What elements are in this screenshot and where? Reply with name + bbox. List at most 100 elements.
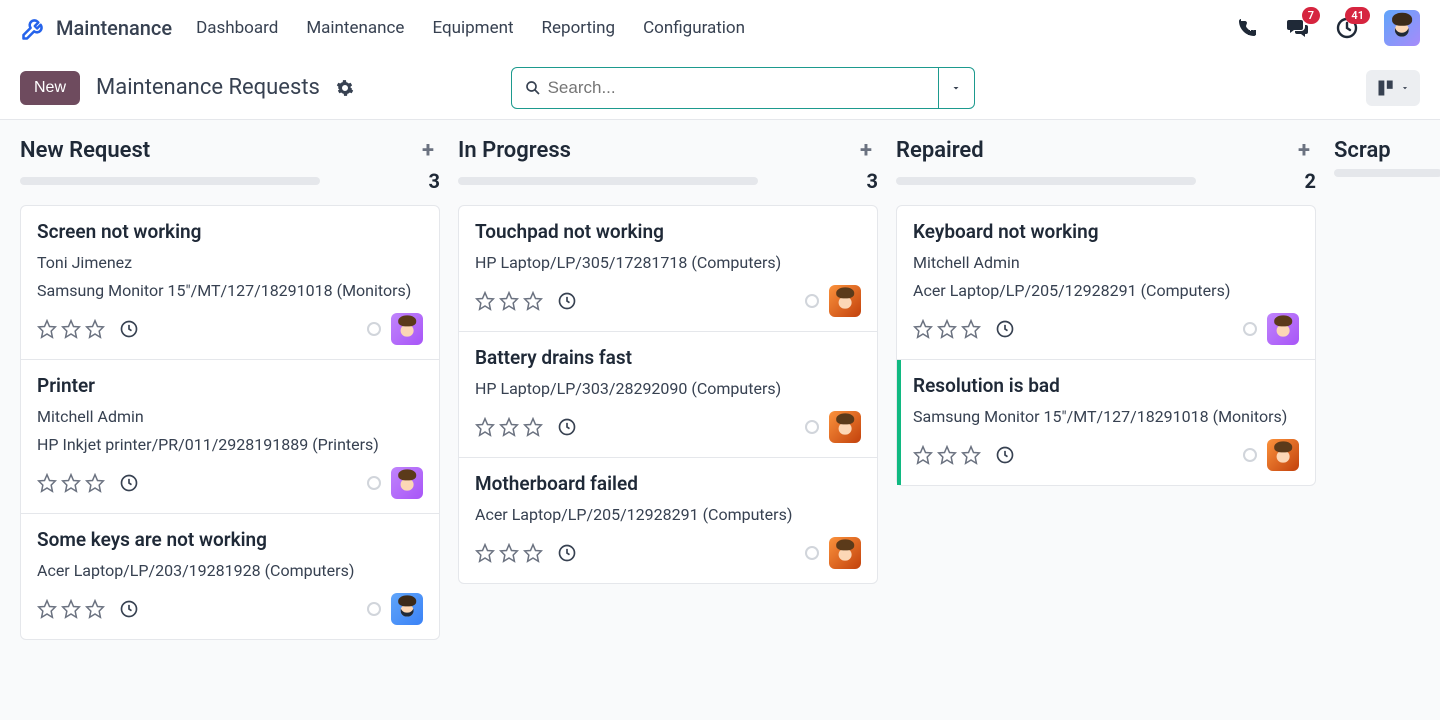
column-header: Repaired + [896,138,1316,163]
card-right [805,285,861,317]
assignee-avatar[interactable] [829,285,861,317]
activity-clock-icon[interactable] [119,473,139,493]
star-icon[interactable] [61,599,81,619]
column-title[interactable]: Repaired [896,138,984,163]
priority-stars[interactable] [913,319,981,339]
star-icon[interactable] [85,599,105,619]
priority-stars[interactable] [37,599,105,619]
priority-stars[interactable] [37,319,105,339]
kanban-state-toggle[interactable] [367,602,381,616]
star-icon[interactable] [475,291,495,311]
star-icon[interactable] [913,319,933,339]
search-dropdown[interactable] [938,68,974,108]
search-input[interactable] [548,78,938,98]
search-box [511,67,975,109]
star-icon[interactable] [913,445,933,465]
activity-clock-icon[interactable] [995,445,1015,465]
star-icon[interactable] [523,417,543,437]
kanban-card[interactable]: Touchpad not workingHP Laptop/LP/305/172… [459,206,877,332]
column-title[interactable]: New Request [20,138,150,163]
card-right [367,313,423,345]
kanban-card[interactable]: Battery drains fastHP Laptop/LP/303/2829… [459,332,877,458]
assignee-avatar[interactable] [1267,313,1299,345]
kanban-card[interactable]: Resolution is badSamsung Monitor 15"/MT/… [897,360,1315,485]
priority-stars[interactable] [913,445,981,465]
nav-item-maintenance[interactable]: Maintenance [306,18,404,38]
star-icon[interactable] [961,445,981,465]
priority-stars[interactable] [475,417,543,437]
column-count: 3 [867,169,878,193]
assignee-avatar[interactable] [1267,439,1299,471]
kanban-state-toggle[interactable] [367,322,381,336]
column-subheader [1334,169,1440,177]
nav-item-equipment[interactable]: Equipment [432,18,513,38]
assignee-avatar[interactable] [829,537,861,569]
card-equipment: Acer Laptop/LP/205/12928291 (Computers) [475,503,861,527]
star-icon[interactable] [499,291,519,311]
column-title[interactable]: Scrap [1334,138,1391,163]
kanban-state-toggle[interactable] [805,420,819,434]
activities-icon[interactable]: 41 [1334,15,1360,41]
brand[interactable]: Maintenance [20,14,172,42]
assignee-avatar[interactable] [391,467,423,499]
card-equipment: Samsung Monitor 15"/MT/127/18291018 (Mon… [37,279,423,303]
star-icon[interactable] [499,417,519,437]
priority-stars[interactable] [475,543,543,563]
nav-item-reporting[interactable]: Reporting [542,18,616,38]
star-icon[interactable] [523,291,543,311]
kanban-state-toggle[interactable] [805,294,819,308]
nav-menu: Dashboard Maintenance Equipment Reportin… [196,18,745,38]
star-icon[interactable] [475,543,495,563]
messages-icon[interactable]: 7 [1284,15,1310,41]
activity-clock-icon[interactable] [557,543,577,563]
kanban-view-icon [1376,78,1396,98]
column-title[interactable]: In Progress [458,138,571,163]
assignee-avatar[interactable] [391,313,423,345]
voip-icon[interactable] [1234,15,1260,41]
star-icon[interactable] [937,445,957,465]
column-cards: Touchpad not workingHP Laptop/LP/305/172… [458,205,878,584]
card-person: Mitchell Admin [37,405,423,429]
activity-clock-icon[interactable] [557,291,577,311]
kanban-state-toggle[interactable] [1243,448,1257,462]
star-icon[interactable] [37,319,57,339]
star-icon[interactable] [37,473,57,493]
nav-item-dashboard[interactable]: Dashboard [196,18,278,38]
priority-stars[interactable] [475,291,543,311]
star-icon[interactable] [85,319,105,339]
view-switcher[interactable] [1366,70,1420,106]
priority-stars[interactable] [37,473,105,493]
star-icon[interactable] [37,599,57,619]
star-icon[interactable] [937,319,957,339]
star-icon[interactable] [499,543,519,563]
gear-icon[interactable] [336,79,354,97]
kanban-column: In Progress +3 Touchpad not workingHP Lapt… [458,138,878,702]
kanban-state-toggle[interactable] [367,476,381,490]
kanban-card[interactable]: Some keys are not workingAcer Laptop/LP/… [21,514,439,639]
star-icon[interactable] [475,417,495,437]
activity-clock-icon[interactable] [557,417,577,437]
column-add-button[interactable]: + [854,138,878,163]
user-avatar[interactable] [1384,10,1420,46]
kanban-state-toggle[interactable] [1243,322,1257,336]
star-icon[interactable] [61,473,81,493]
star-icon[interactable] [85,473,105,493]
kanban-card[interactable]: PrinterMitchell AdminHP Inkjet printer/P… [21,360,439,514]
activity-clock-icon[interactable] [995,319,1015,339]
activity-clock-icon[interactable] [119,319,139,339]
column-add-button[interactable]: + [1292,138,1316,163]
activity-clock-icon[interactable] [119,599,139,619]
kanban-card[interactable]: Keyboard not workingMitchell AdminAcer L… [897,206,1315,360]
assignee-avatar[interactable] [829,411,861,443]
kanban-state-toggle[interactable] [805,546,819,560]
kanban-card[interactable]: Motherboard failedAcer Laptop/LP/205/129… [459,458,877,583]
star-icon[interactable] [61,319,81,339]
new-button[interactable]: New [20,71,80,105]
kanban-card[interactable]: Screen not workingToni JimenezSamsung Mo… [21,206,439,360]
star-icon[interactable] [961,319,981,339]
assignee-avatar[interactable] [391,593,423,625]
column-add-button[interactable]: + [416,138,440,163]
star-icon[interactable] [523,543,543,563]
nav-item-configuration[interactable]: Configuration [643,18,745,38]
column-subheader: 3 [458,169,878,193]
